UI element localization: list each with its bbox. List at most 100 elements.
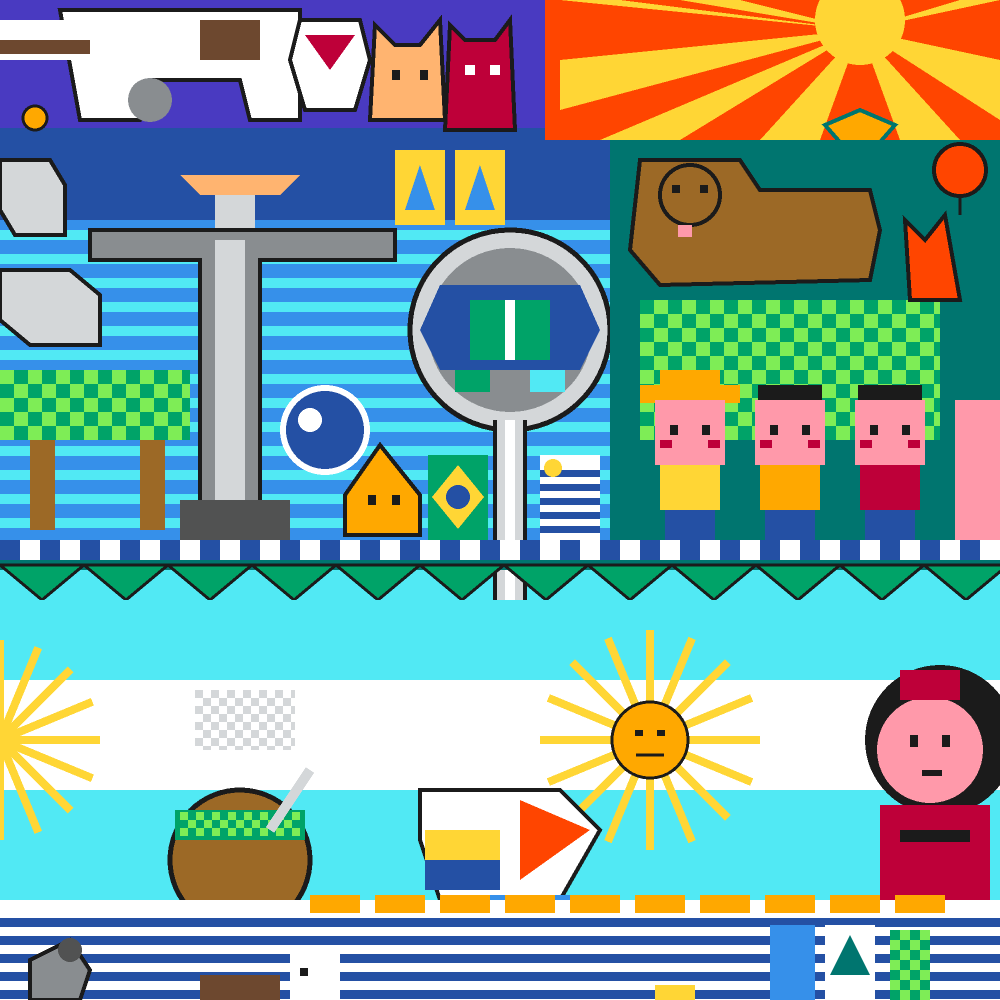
girl-character — [865, 665, 1000, 905]
girl-bow — [900, 670, 960, 700]
kid-shirt — [660, 465, 720, 510]
top-left-characters-strip — [0, 0, 545, 140]
uruguay-stripe — [540, 484, 600, 491]
statue-base — [180, 500, 290, 540]
sun-eye-right — [657, 730, 665, 736]
boat-stripe-blue — [425, 860, 500, 890]
divider-dash — [160, 540, 180, 560]
kid-face — [755, 400, 825, 465]
drop-eye-left — [368, 495, 376, 505]
girl-dress — [880, 805, 990, 905]
pennant-mini — [765, 895, 815, 913]
divider-dash — [80, 540, 100, 560]
divider-dash — [680, 540, 700, 560]
brazil-globe — [446, 485, 470, 509]
divider-dash — [360, 540, 380, 560]
pennant-mini — [895, 895, 945, 913]
kid-eye-right — [702, 425, 710, 435]
kid-shirt — [860, 465, 920, 510]
capybara-eye-right — [700, 185, 708, 193]
kid-eye-left — [770, 425, 778, 435]
girl-dress-pattern — [900, 830, 970, 842]
leaf-tile — [890, 930, 930, 1000]
pennant-mini — [440, 895, 490, 913]
kid-character — [855, 385, 925, 540]
divider-dash — [600, 540, 620, 560]
divider-dash — [480, 540, 500, 560]
capybara-eye-left — [672, 185, 680, 193]
girl-eye-right — [942, 735, 950, 747]
divider-dash — [640, 540, 660, 560]
kid-eye-right — [802, 425, 810, 435]
kid-character-partial — [955, 400, 1000, 540]
orange-balloon — [932, 142, 988, 198]
divider-dash — [280, 540, 300, 560]
emblem-shine — [298, 408, 322, 432]
bird-head — [58, 938, 82, 962]
kid-legs — [865, 510, 915, 540]
divider-dash — [760, 540, 780, 560]
divider-dash — [920, 540, 940, 560]
uruguay-sun — [544, 459, 562, 477]
cup-coffee — [0, 40, 90, 54]
pennant-mini — [635, 895, 685, 913]
divider-dash — [840, 540, 860, 560]
capybara-head — [658, 163, 722, 227]
flower-icon — [21, 104, 49, 132]
kid-cheek — [860, 440, 872, 448]
kid-face — [855, 400, 925, 465]
pennant-mini — [505, 895, 555, 913]
kid-eye-right — [902, 425, 910, 435]
flag-stripe-middle — [0, 680, 1000, 790]
kid-hat-top — [660, 370, 720, 390]
tree-trunk — [30, 440, 55, 530]
kid-eye-left — [870, 425, 878, 435]
divider-dash — [880, 540, 900, 560]
cow-spot — [128, 78, 172, 122]
divider-dash — [400, 540, 420, 560]
sky-top-band — [0, 140, 610, 220]
brown-box — [200, 975, 280, 1000]
girl-eye-left — [910, 735, 918, 747]
drop-eye-right — [392, 495, 400, 505]
pixel-art-canvas — [0, 0, 1000, 1000]
cube-rock — [0, 268, 102, 347]
kid-cheek — [908, 440, 920, 448]
divider-dash — [240, 540, 260, 560]
kid-character — [755, 385, 825, 540]
kid-face — [655, 400, 725, 465]
uruguay-stripe — [540, 512, 600, 519]
divider-dash — [720, 540, 740, 560]
kid-cheek — [708, 440, 720, 448]
divider-dash — [40, 540, 60, 560]
red-char-eye-right — [490, 65, 500, 75]
kid-eye-left — [670, 425, 678, 435]
girl-face — [873, 693, 987, 807]
divider-dash — [800, 540, 820, 560]
divider-dash — [560, 540, 580, 560]
sun-face — [610, 700, 690, 780]
boat-stripe-yellow — [425, 830, 500, 860]
divider-dash — [0, 540, 20, 560]
kid-legs — [765, 510, 815, 540]
yellow-bar — [655, 985, 695, 1000]
divider-dash — [200, 540, 220, 560]
kid-legs — [665, 510, 715, 540]
pennant-mini — [310, 895, 360, 913]
cube-rock — [0, 158, 67, 237]
pennant-mini — [375, 895, 425, 913]
cat-eye-right — [420, 70, 428, 80]
kid-cheek — [808, 440, 820, 448]
statue-robe-highlight — [215, 240, 245, 520]
statue-hat — [180, 175, 300, 195]
kid-shirt — [760, 465, 820, 510]
capybara-tongue — [678, 225, 692, 237]
uruguay-stripe — [540, 498, 600, 505]
cow-eye — [300, 968, 308, 976]
uruguay-stripe — [540, 526, 600, 533]
divider-dash — [120, 540, 140, 560]
cat-eye-left — [392, 70, 400, 80]
pennant-mini — [830, 895, 880, 913]
divider-dash — [440, 540, 460, 560]
cow-brown-patch — [200, 20, 260, 60]
